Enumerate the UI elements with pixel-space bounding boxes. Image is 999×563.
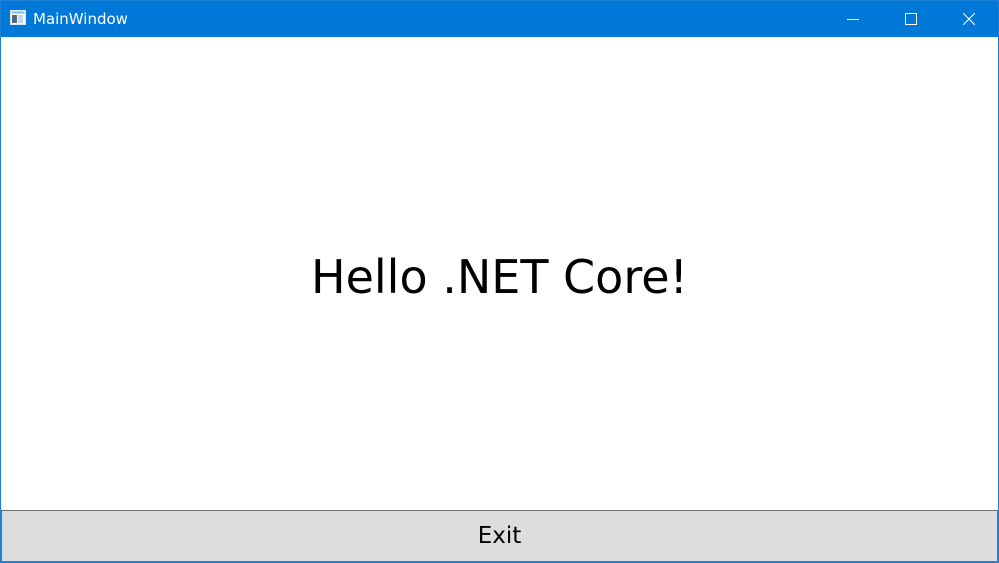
maximize-button[interactable] bbox=[882, 1, 940, 37]
content-area: Hello .NET Core! bbox=[1, 37, 998, 510]
maximize-icon bbox=[905, 13, 917, 25]
minimize-icon bbox=[847, 19, 859, 20]
minimize-button[interactable] bbox=[824, 1, 882, 37]
window-title: MainWindow bbox=[33, 10, 128, 28]
close-icon bbox=[963, 13, 975, 25]
app-window-icon bbox=[10, 10, 26, 25]
title-bar[interactable]: MainWindow bbox=[1, 1, 998, 37]
main-window: MainWindow Hello .NET Core! Exit bbox=[0, 0, 999, 563]
exit-button[interactable]: Exit bbox=[1, 510, 998, 562]
close-button[interactable] bbox=[940, 1, 998, 37]
hello-message: Hello .NET Core! bbox=[311, 250, 688, 304]
